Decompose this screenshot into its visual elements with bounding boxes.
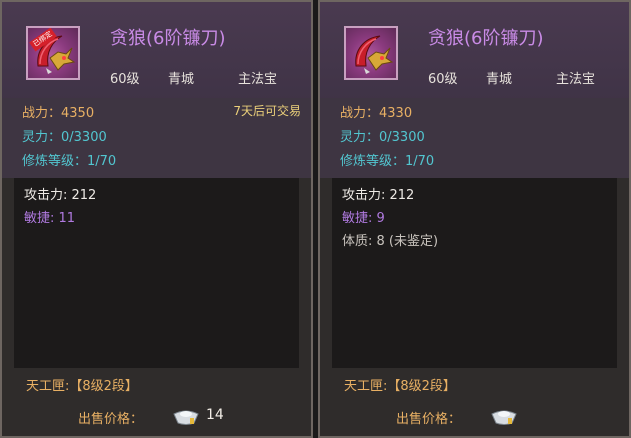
item-type: 主法宝 xyxy=(556,72,596,87)
attribute-box: 攻击力: 212 敏捷: 11 xyxy=(14,178,299,368)
spirit-value: 灵力：0/3300 xyxy=(340,130,425,145)
combat-power: 战力：4350 xyxy=(22,106,95,121)
item-icon-frame[interactable]: 已绑定 xyxy=(26,26,80,80)
silver-ingot-icon xyxy=(491,410,517,425)
attr-attack: 攻击力: 212 xyxy=(342,188,415,203)
attr-attack: 攻击力: 212 xyxy=(24,188,97,203)
item-sect: 青城 xyxy=(168,72,195,87)
sell-price-label: 出售价格： xyxy=(78,412,144,427)
stats-section: 战力：4330 灵力：0/3300 修炼等级：1/70 xyxy=(320,98,629,178)
attr-constitution: 体质: 8 (未鉴定) xyxy=(342,234,439,249)
forge-box-level: 天工匣:【8级2段】 xyxy=(26,379,138,394)
item-name: 贪狼(6阶镰刀) xyxy=(428,28,544,49)
cultivation-level: 修炼等级：1/70 xyxy=(22,154,117,169)
silver-ingot-icon xyxy=(173,410,199,425)
forge-box-level: 天工匣:【8级2段】 xyxy=(344,379,456,394)
attribute-box: 攻击力: 212 敏捷: 9 体质: 8 (未鉴定) xyxy=(332,178,617,368)
item-tooltip-left: 已绑定 贪狼(6阶镰刀) 60级 青城 主法宝 战力：4350 7天后可交易 灵… xyxy=(0,0,313,438)
combat-power: 战力：4330 xyxy=(340,106,413,121)
spirit-value: 灵力：0/3300 xyxy=(22,130,107,145)
sell-price-label: 出售价格： xyxy=(396,412,462,427)
item-icon-frame[interactable] xyxy=(344,26,398,80)
item-type: 主法宝 xyxy=(238,72,278,87)
item-level: 60级 xyxy=(428,72,458,87)
attr-agility: 敏捷: 9 xyxy=(342,211,385,226)
stats-section: 战力：4350 7天后可交易 灵力：0/3300 修炼等级：1/70 xyxy=(2,98,311,178)
item-name: 贪狼(6阶镰刀) xyxy=(110,28,226,49)
scythe-weapon-icon xyxy=(355,35,394,74)
attr-agility: 敏捷: 11 xyxy=(24,211,76,226)
item-tooltip-right: 贪狼(6阶镰刀) 60级 青城 主法宝 战力：4330 灵力：0/3300 修炼… xyxy=(318,0,631,438)
item-level: 60级 xyxy=(110,72,140,87)
trade-timer: 7天后可交易 xyxy=(233,104,301,118)
sell-price-value: 14 xyxy=(206,407,224,423)
cultivation-level: 修炼等级：1/70 xyxy=(340,154,435,169)
item-sect: 青城 xyxy=(486,72,513,87)
